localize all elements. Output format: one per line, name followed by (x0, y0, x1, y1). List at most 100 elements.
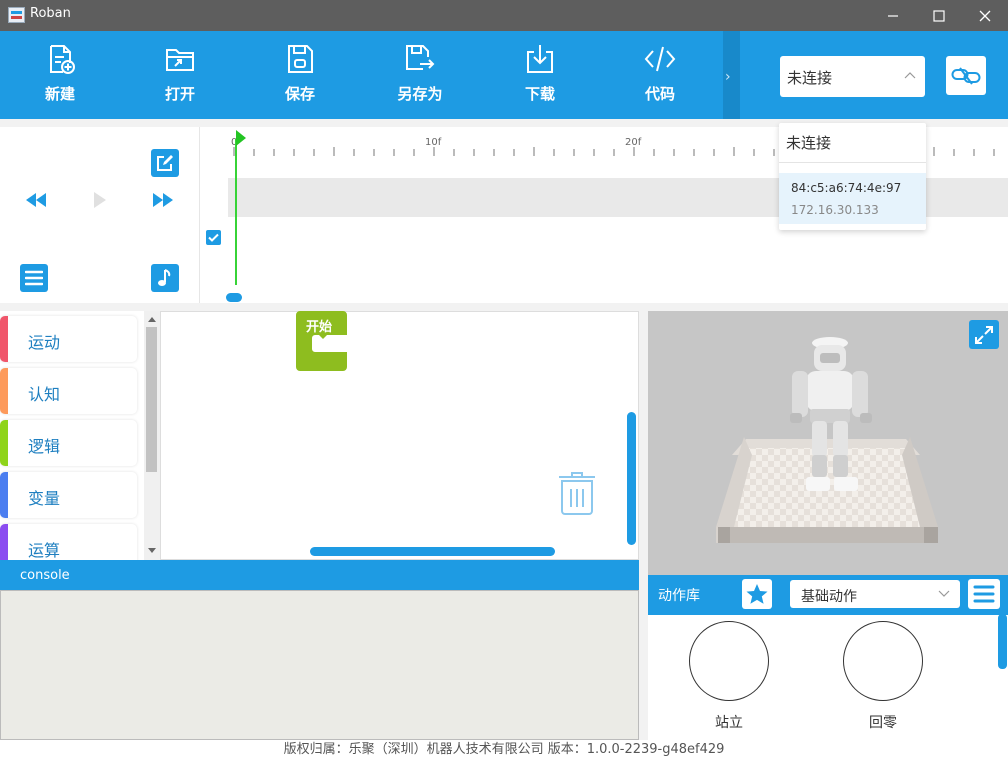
expand-icon (975, 325, 993, 344)
title-bar: Roban (0, 0, 1008, 31)
robot-3d-view[interactable] (648, 311, 1008, 575)
category-cognition[interactable]: 认知 (0, 368, 137, 414)
ruler-label: 20f (625, 137, 642, 148)
close-icon (979, 10, 991, 21)
download-label: 下载 (524, 85, 555, 103)
music-button[interactable] (151, 264, 179, 292)
category-label: 逻辑 (28, 437, 61, 456)
action-menu-button[interactable] (968, 579, 1000, 609)
timeline-menu-button[interactable] (20, 264, 48, 292)
playhead-line (235, 139, 237, 285)
edit-button[interactable] (151, 149, 179, 177)
maximize-icon (933, 9, 945, 22)
download-icon (527, 45, 553, 73)
trash-icon[interactable] (556, 469, 598, 517)
console-title: console (20, 568, 70, 583)
workspace-vertical-scrollbar[interactable] (627, 412, 636, 545)
new-label: 新建 (44, 85, 75, 103)
scroll-down-icon[interactable] (148, 548, 156, 554)
app-icon (8, 7, 25, 23)
connection-select-value: 未连接 (787, 69, 833, 87)
scroll-up-icon[interactable] (148, 316, 156, 322)
window-title: Roban (30, 6, 71, 21)
category-label: 运动 (28, 333, 61, 352)
action-item-stand[interactable]: 站立 (687, 615, 771, 740)
chevron-up-icon (904, 72, 916, 79)
download-button[interactable]: 下载 (480, 31, 600, 119)
start-block[interactable]: 开始 (296, 311, 347, 371)
new-file-icon (50, 45, 75, 74)
block-workspace[interactable] (160, 311, 639, 560)
category-motion[interactable]: 运动 (0, 316, 137, 362)
open-folder-icon (166, 49, 194, 71)
action-library-select-value: 基础动作 (801, 589, 857, 605)
start-block-label: 开始 (306, 320, 333, 335)
action-thumbnail (843, 621, 923, 701)
category-label: 运算 (28, 541, 61, 560)
list-icon (25, 270, 43, 286)
dropdown-device-item[interactable]: 84:c5:a6:74:4e:97 172.16.30.133 (779, 173, 926, 224)
chevron-right-icon: › (725, 69, 731, 85)
dropdown-option-disconnected[interactable]: 未连接 (779, 123, 926, 163)
link-icon (951, 66, 981, 85)
action-item-reset[interactable]: 回零 (841, 615, 925, 740)
save-label: 保存 (284, 85, 315, 103)
save-button[interactable]: 保存 (240, 31, 360, 119)
category-logic[interactable]: 逻辑 (0, 420, 137, 466)
connection-dropdown: 未连接 84:c5:a6:74:4e:97 172.16.30.133 (779, 123, 926, 230)
playhead-marker[interactable] (236, 130, 246, 146)
action-library-select[interactable]: 基础动作 (790, 580, 960, 608)
category-label: 变量 (28, 489, 61, 508)
save-icon (288, 45, 313, 73)
star-icon (746, 584, 768, 604)
close-button[interactable] (962, 0, 1008, 31)
action-label: 回零 (869, 715, 897, 731)
timeline-controls (0, 127, 200, 303)
new-button[interactable]: 新建 (0, 31, 120, 119)
connection-select[interactable]: 未连接 (780, 56, 925, 97)
minimize-button[interactable] (870, 0, 916, 31)
console-header: console (0, 560, 639, 590)
save-as-icon (406, 45, 435, 70)
play-icon[interactable] (93, 191, 107, 209)
check-icon (208, 233, 219, 242)
save-as-button[interactable]: 另存为 (360, 31, 480, 119)
footer-copyright: 版权归属：乐聚（深圳）机器人技术有限公司 版本：1.0.0-2239-g48ef… (0, 740, 1008, 760)
action-list-scrollbar[interactable] (998, 614, 1007, 669)
action-library-title: 动作库 (658, 588, 700, 604)
maximize-button[interactable] (916, 0, 962, 31)
category-operators[interactable]: 运算 (0, 524, 137, 560)
action-thumbnail (689, 621, 769, 701)
fullscreen-button[interactable] (969, 320, 999, 349)
device-mac: 84:c5:a6:74:4e:97 (791, 181, 902, 195)
edit-icon (157, 155, 173, 171)
device-ip: 172.16.30.133 (791, 203, 879, 217)
code-icon (644, 46, 676, 72)
robot-model (716, 337, 938, 543)
toolbar: 新建 打开 保存 另存为 下载 代码 › 未连接 (0, 31, 1008, 119)
music-note-icon (158, 269, 171, 286)
minimize-icon (888, 14, 898, 17)
code-label: 代码 (644, 85, 675, 103)
category-scrollbar-thumb[interactable] (146, 327, 157, 472)
rewind-icon[interactable] (24, 192, 48, 208)
favorite-button[interactable] (742, 579, 772, 609)
chevron-down-icon (938, 590, 950, 597)
code-button[interactable]: 代码 (600, 31, 720, 119)
block-category-panel: 运动 认知 逻辑 变量 运算 (0, 311, 160, 560)
workspace-horizontal-scrollbar[interactable] (310, 547, 555, 556)
category-label: 认知 (28, 385, 61, 404)
open-button[interactable]: 打开 (120, 31, 240, 119)
list-icon (973, 585, 995, 603)
connect-link-button[interactable] (946, 56, 986, 95)
dropdown-option-label: 未连接 (786, 134, 832, 152)
open-label: 打开 (164, 85, 195, 103)
action-list: 站立 回零 (648, 615, 1008, 740)
ruler-label: 10f (425, 137, 442, 148)
action-label: 站立 (715, 715, 743, 731)
fast-forward-icon[interactable] (151, 192, 175, 208)
category-variables[interactable]: 变量 (0, 472, 137, 518)
playhead-handle[interactable] (226, 293, 242, 302)
track-checkbox[interactable] (206, 230, 221, 245)
console-output[interactable] (0, 590, 639, 740)
